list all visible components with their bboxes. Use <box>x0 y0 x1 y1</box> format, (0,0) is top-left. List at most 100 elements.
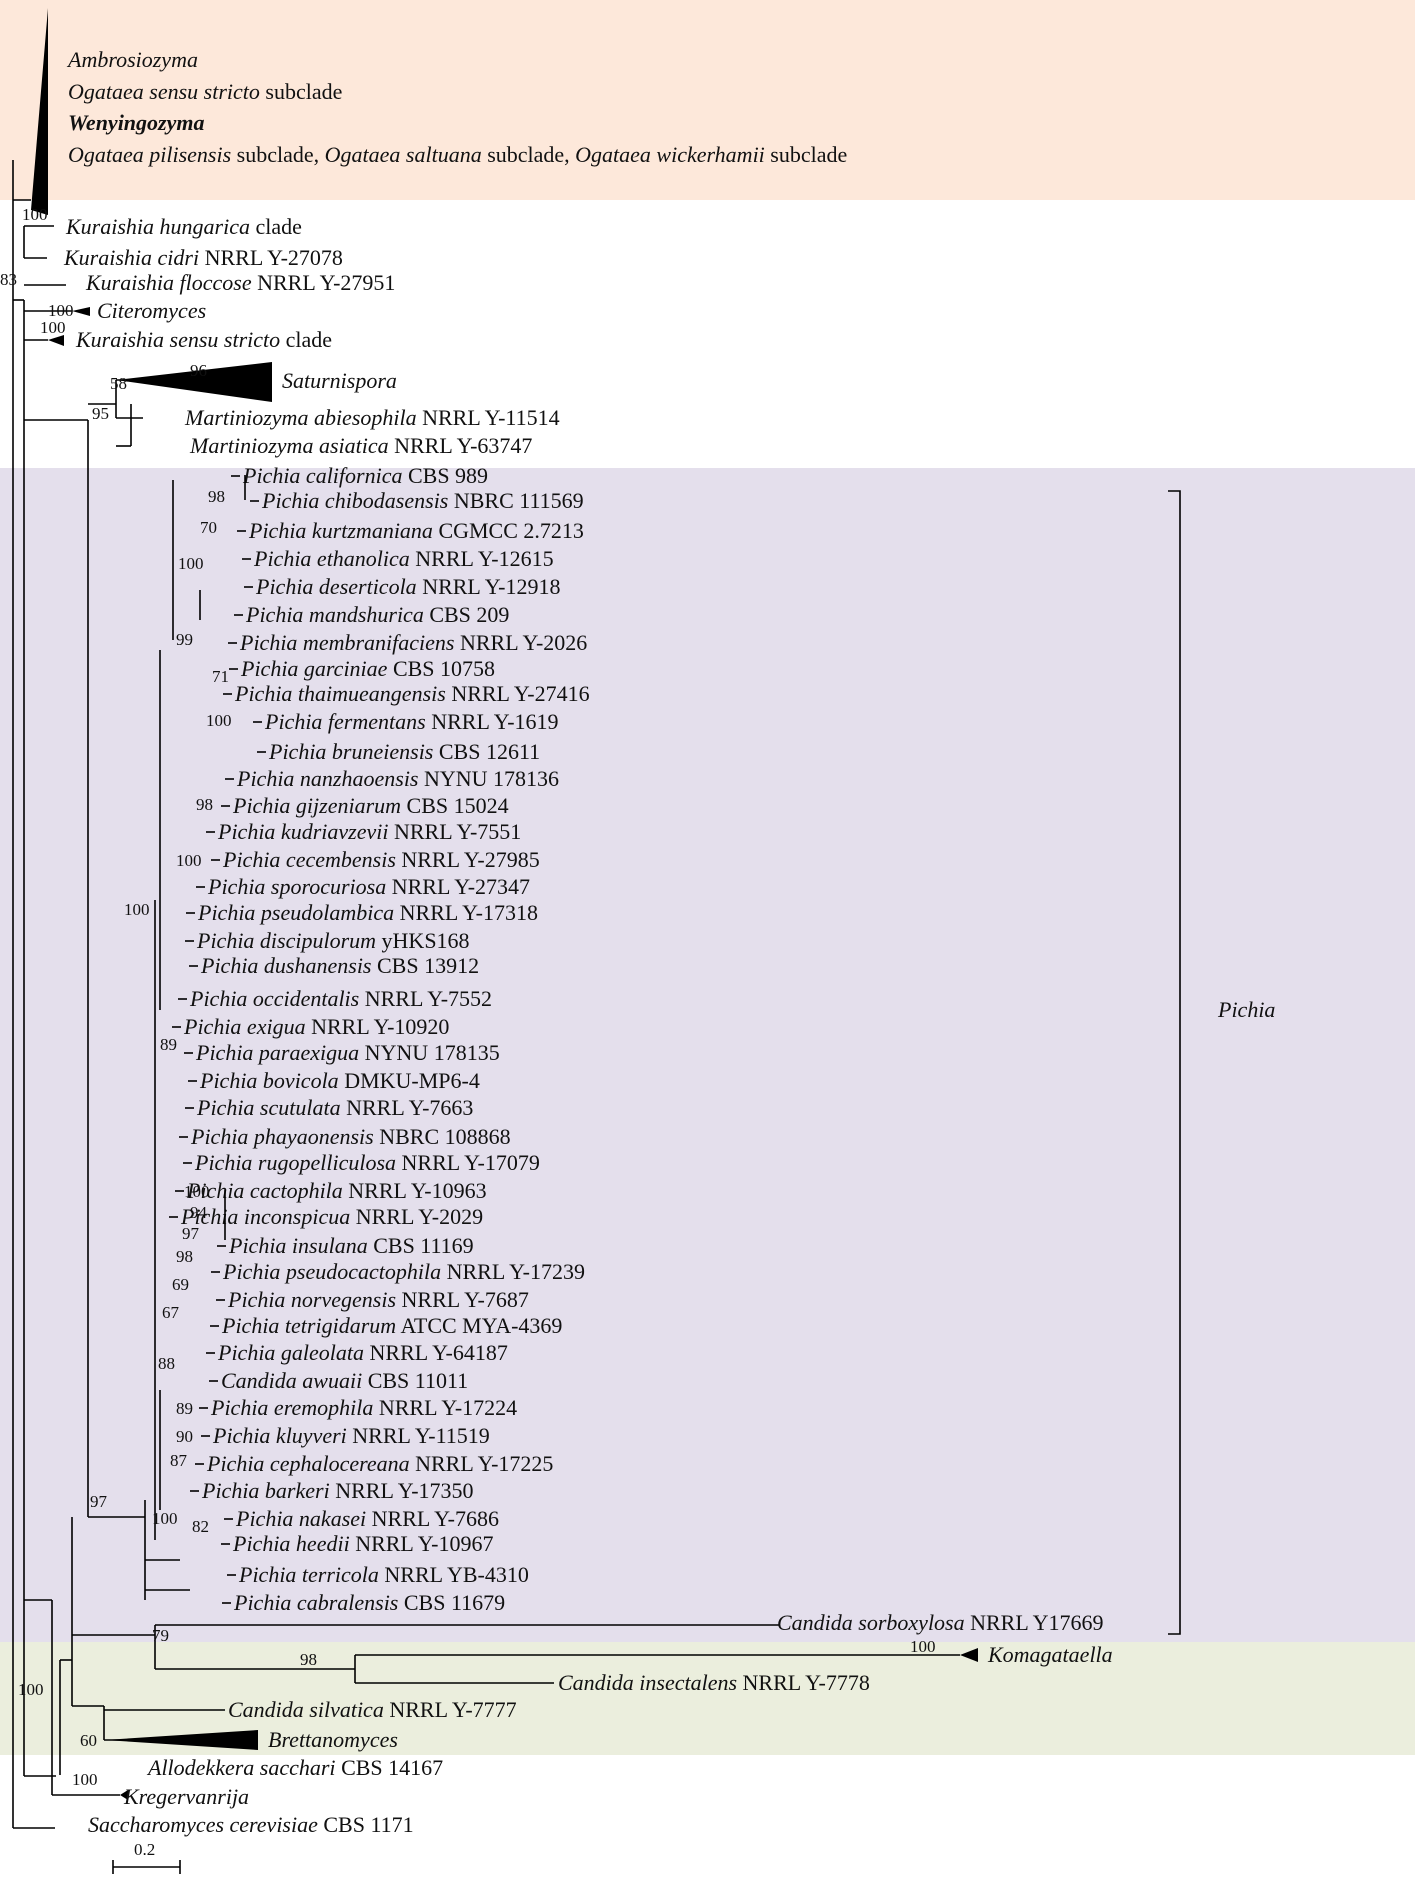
clade-label: Wenyingozyma <box>68 110 204 135</box>
support-value: 100 <box>40 318 66 337</box>
support-value: 90 <box>176 1427 193 1446</box>
tip-label: Martiniozyma asiatica NRRL Y-63747 <box>189 433 532 458</box>
tip-label: Pichia pseudolambica NRRL Y-17318 <box>197 900 538 925</box>
tip-label: Pichia eremophila NRRL Y-17224 <box>210 1395 517 1420</box>
support-value: 100 <box>178 554 204 573</box>
tip-label: Kregervanrija <box>123 1784 249 1809</box>
support-value: 88 <box>158 1354 175 1373</box>
support-value: 87 <box>170 1451 188 1470</box>
tip-label: Pichia scutulata NRRL Y-7663 <box>196 1095 473 1120</box>
tip-label: Pichia mandshurica CBS 209 <box>245 602 509 627</box>
tip-label: Candida sorboxylosa NRRL Y17669 <box>777 1610 1104 1635</box>
tip-label: Pichia pseudocactophila NRRL Y-17239 <box>222 1259 585 1284</box>
tip-label: Martiniozyma abiesophila NRRL Y-11514 <box>184 405 560 430</box>
tip-label: Pichia kurtzmaniana CGMCC 2.7213 <box>248 518 584 543</box>
collapsed-clade-citeromyces <box>72 307 90 316</box>
tip-label: Pichia discipulorum yHKS168 <box>196 928 470 953</box>
tip-label: Pichia bovicola DMKU-MP6-4 <box>199 1068 480 1093</box>
tip-label: Pichia nanzhaoensis NYNU 178136 <box>236 766 559 791</box>
support-value: 97 <box>90 1492 108 1511</box>
clade-label: Ambrosiozyma <box>66 47 198 72</box>
clade-label: Ogataea pilisensis subclade, Ogataea sal… <box>68 142 847 167</box>
tip-label: Pichia kudriavzevii NRRL Y-7551 <box>217 819 521 844</box>
tip-label: Kuraishia sensu stricto clade <box>75 327 332 352</box>
scale-bar-label: 0.2 <box>134 1840 155 1859</box>
tip-label: Pichia cephalocereana NRRL Y-17225 <box>206 1451 553 1476</box>
tip-label: Allodekkera sacchari CBS 14167 <box>146 1755 443 1780</box>
tip-label: Pichia cactophila NRRL Y-10963 <box>186 1178 487 1203</box>
support-value: 98 <box>208 487 225 506</box>
tip-label: Pichia garciniae CBS 10758 <box>240 656 495 681</box>
support-value: 58 <box>110 374 127 393</box>
support-value: 95 <box>92 404 109 423</box>
support-value: 100 <box>124 900 150 919</box>
tip-label: Pichia fermentans NRRL Y-1619 <box>264 709 559 734</box>
support-value: 100 <box>152 1509 178 1528</box>
tip-label: Pichia chibodasensis NBRC 111569 <box>261 488 584 513</box>
tip-label: Pichia heedii NRRL Y-10967 <box>232 1531 494 1556</box>
tip-label: Candida silvatica NRRL Y-7777 <box>228 1697 517 1722</box>
bracket-label: Pichia <box>1217 997 1275 1022</box>
tip-label: Pichia membranifaciens NRRL Y-2026 <box>239 630 587 655</box>
support-value: 67 <box>162 1303 180 1322</box>
support-value: 69 <box>172 1275 189 1294</box>
tip-label: Kuraishia hungarica clade <box>65 214 302 239</box>
support-value: 99 <box>176 630 193 649</box>
tip-label: Pichia tetrigidarum ATCC MYA-4369 <box>221 1313 562 1338</box>
tip-label: Kuraishia floccose NRRL Y-27951 <box>85 270 395 295</box>
phylogenetic-tree: Ambrosiozyma Ogataea sensu stricto subcla… <box>0 0 1415 1887</box>
tip-label: Candida awuaii CBS 11011 <box>221 1368 468 1393</box>
tip-label: Pichia galeolata NRRL Y-64187 <box>217 1340 508 1365</box>
tip-label: Komagataella <box>987 1642 1113 1667</box>
tip-label: Pichia californica CBS 989 <box>242 463 488 488</box>
support-value: 98 <box>176 1247 193 1266</box>
support-value: 98 <box>196 795 213 814</box>
tip-label: Pichia kluyveri NRRL Y-11519 <box>212 1423 490 1448</box>
tip-label: Brettanomyces <box>268 1727 398 1752</box>
support-value: 100 <box>176 851 202 870</box>
tip-label: Saccharomyces cerevisiae CBS 1171 <box>88 1812 414 1837</box>
tip-label: Pichia norvegensis NRRL Y-7687 <box>227 1287 529 1312</box>
support-value: 100 <box>184 1182 210 1201</box>
tip-label: Pichia exigua NRRL Y-10920 <box>183 1014 449 1039</box>
tip-label: Pichia gijzeniarum CBS 15024 <box>232 793 509 818</box>
support-value: 83 <box>0 270 17 289</box>
support-value: 79 <box>152 1626 169 1645</box>
tip-label: Pichia phayaonensis NBRC 108868 <box>190 1124 511 1149</box>
tip-label: Pichia thaimueangensis NRRL Y-27416 <box>234 681 590 706</box>
support-value: 89 <box>160 1035 177 1054</box>
support-value: 89 <box>176 1399 193 1418</box>
tip-label: Candida insectalens NRRL Y-7778 <box>558 1670 870 1695</box>
support-value: 100 <box>910 1637 936 1656</box>
tip-label: Pichia occidentalis NRRL Y-7552 <box>189 986 492 1011</box>
tip-label: Pichia bruneiensis CBS 12611 <box>268 739 540 764</box>
tip-label: Pichia rugopelliculosa NRRL Y-17079 <box>194 1150 540 1175</box>
tip-label: Pichia ethanolica NRRL Y-12615 <box>253 546 554 571</box>
tip-label: Kuraishia cidri NRRL Y-27078 <box>63 245 343 270</box>
tip-label: Pichia cecembensis NRRL Y-27985 <box>222 847 540 872</box>
tip-label: Pichia terricola NRRL YB-4310 <box>238 1562 529 1587</box>
support-value: 100 <box>72 1770 98 1789</box>
support-value: 71 <box>212 667 229 686</box>
support-value: 100 <box>18 1680 44 1699</box>
support-value: 97 <box>182 1224 200 1243</box>
support-value: 70 <box>200 518 217 537</box>
support-value: 100 <box>22 205 48 224</box>
tip-label: Citeromyces <box>97 298 206 323</box>
support-value: 94 <box>190 1203 208 1222</box>
support-value: 100 <box>206 711 232 730</box>
tip-label: Pichia paraexigua NYNU 178135 <box>195 1040 500 1065</box>
tip-label: Pichia nakasei NRRL Y-7686 <box>235 1506 499 1531</box>
support-value: 98 <box>300 1650 317 1669</box>
tip-label: Pichia insulana CBS 11169 <box>228 1233 474 1258</box>
tip-label: Pichia sporocuriosa NRRL Y-27347 <box>207 874 530 899</box>
tip-label: Pichia cabralensis CBS 11679 <box>233 1590 505 1615</box>
tree-canvas: Ambrosiozyma Ogataea sensu stricto subcla… <box>0 0 1415 1874</box>
support-value: 82 <box>192 1517 209 1536</box>
tip-label: Pichia barkeri NRRL Y-17350 <box>201 1478 474 1503</box>
tip-label: Pichia dushanensis CBS 13912 <box>200 953 479 978</box>
support-value: 60 <box>80 1731 97 1750</box>
support-value: 96 <box>190 361 207 380</box>
tip-label: Saturnispora <box>282 368 397 393</box>
tip-label: Pichia deserticola NRRL Y-12918 <box>255 574 561 599</box>
